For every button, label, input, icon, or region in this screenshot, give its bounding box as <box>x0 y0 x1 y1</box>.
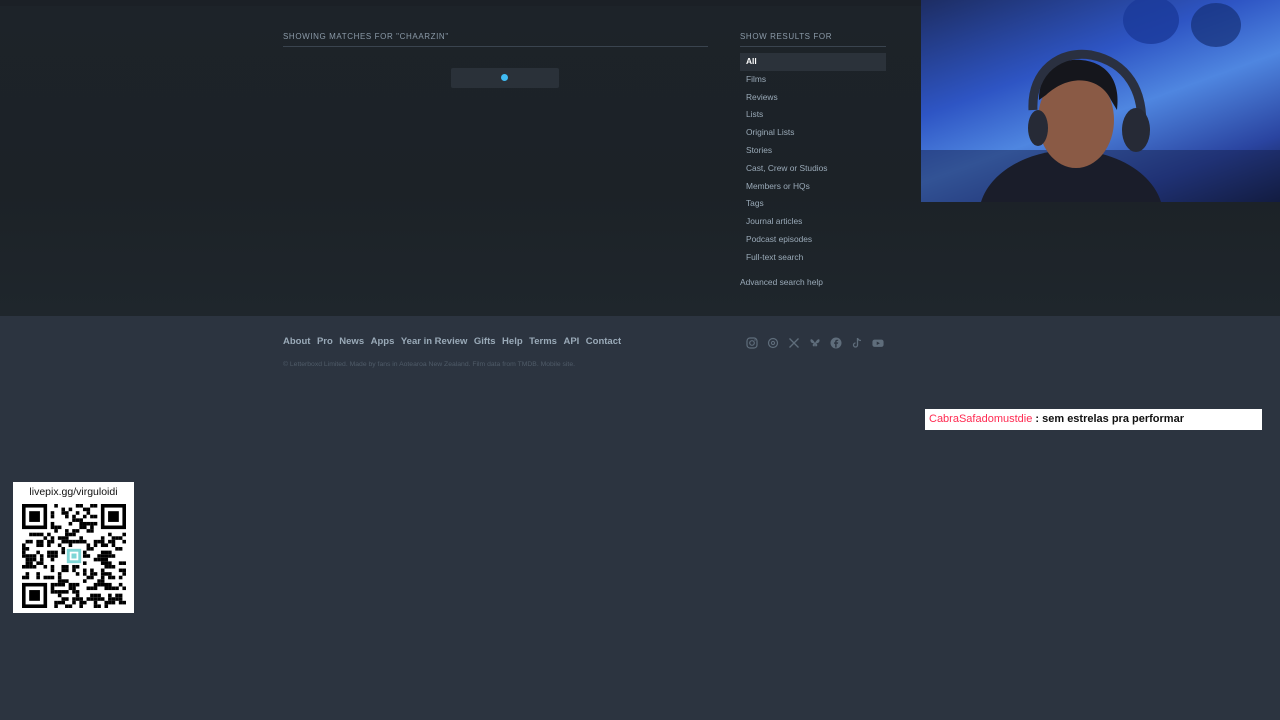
results-header: SHOWING MATCHES FOR "CHAARZIN" <box>283 32 708 47</box>
webcam-overlay <box>921 0 1280 202</box>
filter-item-members-or-hqs[interactable]: Members or HQs <box>740 178 886 196</box>
footer-link-year-in-review[interactable]: Year in Review <box>401 336 468 347</box>
filter-item-stories[interactable]: Stories <box>740 142 886 160</box>
chat-text: : sem estrelas pra performar <box>1032 413 1184 425</box>
advanced-search-help-link[interactable]: Advanced search help <box>740 277 823 287</box>
show-results-for-heading: SHOW RESULTS FOR <box>740 32 886 47</box>
youtube-icon[interactable] <box>871 336 884 349</box>
filter-item-full-text-search[interactable]: Full-text search <box>740 249 886 267</box>
donation-qr-card: livepix.gg/virguloidi <box>13 482 134 613</box>
loading-indicator <box>451 68 559 88</box>
filter-item-cast-crew-or-studios[interactable]: Cast, Crew or Studios <box>740 160 886 178</box>
threads-icon[interactable] <box>766 336 779 349</box>
footer-link-terms[interactable]: Terms <box>529 336 557 347</box>
facebook-icon[interactable] <box>829 336 842 349</box>
filter-item-podcast-episodes[interactable]: Podcast episodes <box>740 231 886 249</box>
instagram-icon[interactable] <box>745 336 758 349</box>
filter-item-tags[interactable]: Tags <box>740 195 886 213</box>
footer-link-help[interactable]: Help <box>502 336 523 347</box>
footer-link-gifts[interactable]: Gifts <box>474 336 496 347</box>
footer-link-apps[interactable]: Apps <box>371 336 395 347</box>
footer-copyright: © Letterboxd Limited. Made by fans in Ao… <box>283 361 575 368</box>
chat-message: CabraSafadomustdie : sem estrelas pra pe… <box>925 409 1262 430</box>
chat-username: CabraSafadomustdie <box>929 413 1033 425</box>
filter-item-journal-articles[interactable]: Journal articles <box>740 213 886 231</box>
qr-url-label: livepix.gg/virguloidi <box>29 486 118 498</box>
bluesky-icon[interactable] <box>808 336 821 349</box>
filter-item-lists[interactable]: Lists <box>740 106 886 124</box>
x-icon[interactable] <box>787 336 800 349</box>
loading-spinner-icon <box>501 74 508 81</box>
faded-chat-message <box>925 372 1262 406</box>
filter-item-all[interactable]: All <box>740 53 886 71</box>
footer-link-about[interactable]: About <box>283 336 310 347</box>
filter-item-reviews[interactable]: Reviews <box>740 89 886 107</box>
footer-link-contact[interactable]: Contact <box>586 336 621 347</box>
footer-nav: About Pro News Apps Year in Review Gifts Help T… <box>283 336 628 347</box>
search-filter-list: All Films Reviews Lists Original Lists Storie… <box>740 53 886 267</box>
social-links <box>745 336 884 349</box>
tiktok-icon[interactable] <box>850 336 863 349</box>
footer-link-pro[interactable]: Pro <box>317 336 333 347</box>
filter-item-original-lists[interactable]: Original Lists <box>740 124 886 142</box>
footer-link-api[interactable]: API <box>563 336 579 347</box>
filter-item-films[interactable]: Films <box>740 71 886 89</box>
footer-link-news[interactable]: News <box>339 336 364 347</box>
qr-code-icon <box>22 504 126 608</box>
